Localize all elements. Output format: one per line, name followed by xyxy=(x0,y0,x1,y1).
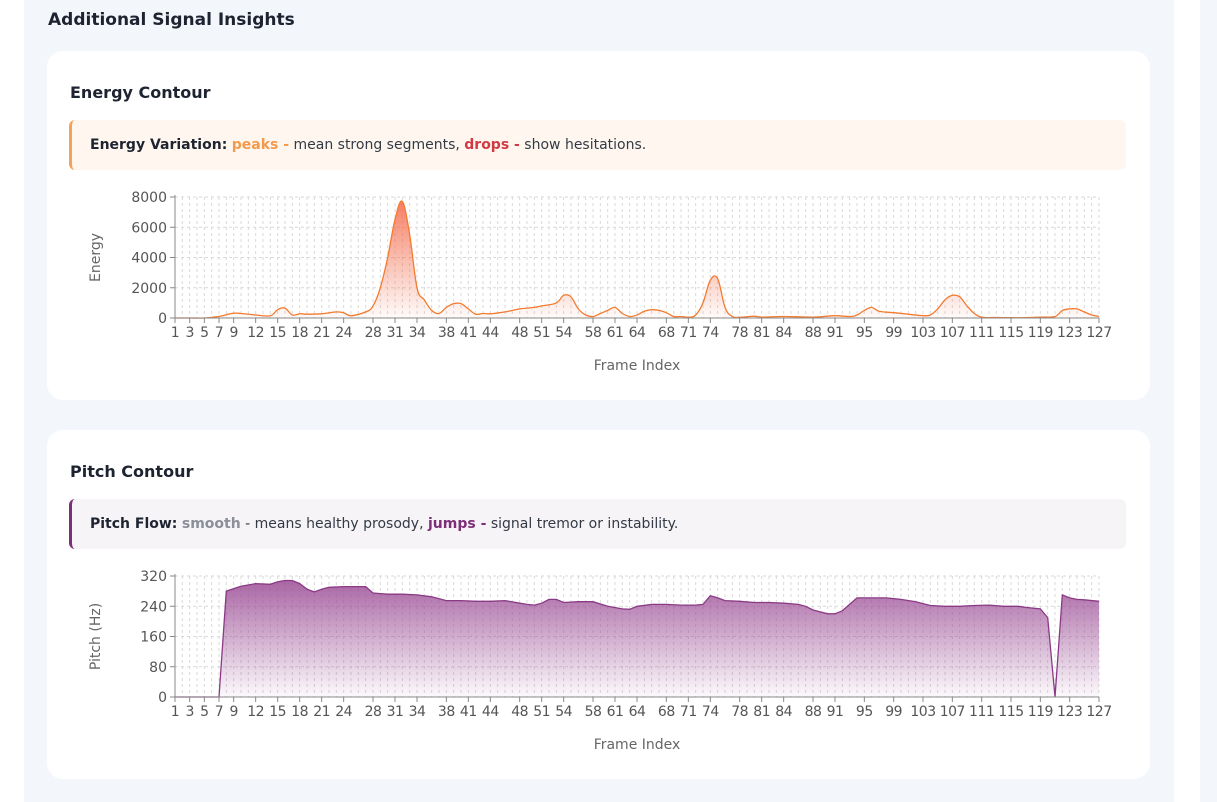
energy-x-tick-label: 38 xyxy=(438,325,455,341)
energy-x-tick-label: 127 xyxy=(1086,325,1111,341)
pitch-y-tick-label: 320 xyxy=(140,569,167,585)
pitch-x-tick-label: 7 xyxy=(215,704,223,720)
energy-x-tick-label: 61 xyxy=(607,325,624,341)
energy-x-tick-label: 107 xyxy=(940,325,965,341)
pitch-x-tick-label: 71 xyxy=(680,704,697,720)
pitch-x-axis-label: Frame Index xyxy=(594,737,681,753)
energy-y-tick-label: 8000 xyxy=(131,190,167,206)
pitch-x-tick-label: 91 xyxy=(827,704,844,720)
energy-x-tick-label: 3 xyxy=(185,325,193,341)
pitch-card: Pitch Contour Pitch Flow: smooth - means… xyxy=(47,430,1150,779)
pitch-x-tick-label: 18 xyxy=(291,704,308,720)
pitch-x-tick-label: 1 xyxy=(171,704,179,720)
pitch-x-tick-label: 127 xyxy=(1086,704,1111,720)
energy-x-tick-label: 21 xyxy=(313,325,330,341)
pitch-x-tick-label: 123 xyxy=(1057,704,1082,720)
energy-x-tick-label: 48 xyxy=(511,325,528,341)
pitch-x-tick-label: 61 xyxy=(607,704,624,720)
energy-x-tick-label: 71 xyxy=(680,325,697,341)
energy-y-axis-label: Energy xyxy=(88,233,104,282)
energy-y-tick-label: 2000 xyxy=(131,281,167,297)
energy-card: Energy Contour Energy Variation: peaks -… xyxy=(47,51,1150,400)
energy-x-tick-label: 7 xyxy=(215,325,223,341)
section-title: Additional Signal Insights xyxy=(48,10,295,30)
pitch-y-axis-label: Pitch (Hz) xyxy=(88,603,104,670)
energy-x-tick-label: 1 xyxy=(171,325,179,341)
energy-x-tick-label: 123 xyxy=(1057,325,1082,341)
pitch-x-tick-label: 44 xyxy=(482,704,499,720)
pitch-x-tick-label: 41 xyxy=(460,704,477,720)
energy-x-tick-label: 119 xyxy=(1028,325,1053,341)
pitch-x-tick-label: 88 xyxy=(805,704,822,720)
energy-x-tick-label: 28 xyxy=(365,325,382,341)
energy-x-tick-label: 88 xyxy=(805,325,822,341)
pitch-x-tick-label: 111 xyxy=(969,704,994,720)
pitch-x-tick-label: 3 xyxy=(185,704,193,720)
pitch-chart: 0 80 160 240 320 1 3 5 7 9 12 15 18 21 24 28 31 34 38 41 44 4… xyxy=(88,569,1112,753)
energy-x-tick-label: 51 xyxy=(533,325,550,341)
pitch-x-tick-label: 58 xyxy=(585,704,602,720)
pitch-x-tick-label: 38 xyxy=(438,704,455,720)
pitch-x-tick-label: 107 xyxy=(940,704,965,720)
energy-y-tick-label: 6000 xyxy=(131,220,167,236)
pitch-y-tick-label: 160 xyxy=(140,630,167,646)
pitch-x-tick-label: 81 xyxy=(753,704,770,720)
pitch-y-tick-label: 80 xyxy=(149,660,167,676)
energy-x-tick-label: 12 xyxy=(247,325,264,341)
pitch-x-tick-label: 115 xyxy=(998,704,1023,720)
energy-x-tick-label: 44 xyxy=(482,325,499,341)
pitch-area xyxy=(175,580,1099,697)
energy-x-tick-label: 103 xyxy=(910,325,935,341)
energy-x-tick-label: 91 xyxy=(827,325,844,341)
pitch-x-tick-label: 28 xyxy=(365,704,382,720)
energy-x-tick-label: 18 xyxy=(291,325,308,341)
energy-x-tick-label: 31 xyxy=(387,325,404,341)
energy-x-tick-label: 74 xyxy=(702,325,719,341)
pitch-x-tick-label: 24 xyxy=(335,704,352,720)
energy-x-tick-label: 68 xyxy=(658,325,675,341)
pitch-x-tick-label: 12 xyxy=(247,704,264,720)
energy-y-tick-label: 0 xyxy=(158,311,167,327)
energy-x-tick-label: 9 xyxy=(229,325,237,341)
pitch-x-tick-label: 78 xyxy=(731,704,748,720)
energy-x-tick-label: 99 xyxy=(885,325,902,341)
pitch-x-tick-label: 15 xyxy=(269,704,286,720)
pitch-x-tick-label: 68 xyxy=(658,704,675,720)
energy-x-tick-label: 84 xyxy=(775,325,792,341)
pitch-x-tick-label: 48 xyxy=(511,704,528,720)
energy-x-tick-label: 115 xyxy=(998,325,1023,341)
energy-x-tick-label: 24 xyxy=(335,325,352,341)
right-rail xyxy=(1200,0,1217,802)
energy-y-tick-label: 4000 xyxy=(131,251,167,267)
pitch-y-tick-label: 0 xyxy=(158,690,167,706)
energy-x-tick-label: 34 xyxy=(409,325,426,341)
energy-x-tick-label: 15 xyxy=(269,325,286,341)
pitch-x-tick-label: 74 xyxy=(702,704,719,720)
energy-x-tick-label: 95 xyxy=(856,325,873,341)
pitch-x-tick-label: 84 xyxy=(775,704,792,720)
pitch-x-tick-label: 103 xyxy=(910,704,935,720)
pitch-x-tick-label: 31 xyxy=(387,704,404,720)
energy-x-tick-label: 64 xyxy=(629,325,646,341)
energy-x-tick-label: 5 xyxy=(200,325,208,341)
energy-x-tick-label: 78 xyxy=(731,325,748,341)
energy-x-tick-label: 111 xyxy=(969,325,994,341)
pitch-x-tick-label: 5 xyxy=(200,704,208,720)
pitch-x-tick-label: 9 xyxy=(229,704,237,720)
pitch-x-tick-label: 99 xyxy=(885,704,902,720)
pitch-x-tick-label: 95 xyxy=(856,704,873,720)
energy-x-tick-label: 41 xyxy=(460,325,477,341)
energy-x-tick-label: 58 xyxy=(585,325,602,341)
pitch-x-tick-label: 21 xyxy=(313,704,330,720)
pitch-x-tick-label: 119 xyxy=(1028,704,1053,720)
pitch-y-tick-label: 240 xyxy=(140,599,167,615)
pitch-x-tick-label: 54 xyxy=(555,704,572,720)
energy-x-tick-label: 81 xyxy=(753,325,770,341)
energy-x-axis-label: Frame Index xyxy=(594,358,681,374)
pitch-x-tick-label: 51 xyxy=(533,704,550,720)
energy-chart: 0 2000 4000 6000 8000 1 3 5 7 9 12 15 18 21 24 28 31 34 38… xyxy=(88,190,1112,374)
pitch-x-tick-label: 34 xyxy=(409,704,426,720)
energy-x-tick-label: 54 xyxy=(555,325,572,341)
pitch-x-tick-label: 64 xyxy=(629,704,646,720)
